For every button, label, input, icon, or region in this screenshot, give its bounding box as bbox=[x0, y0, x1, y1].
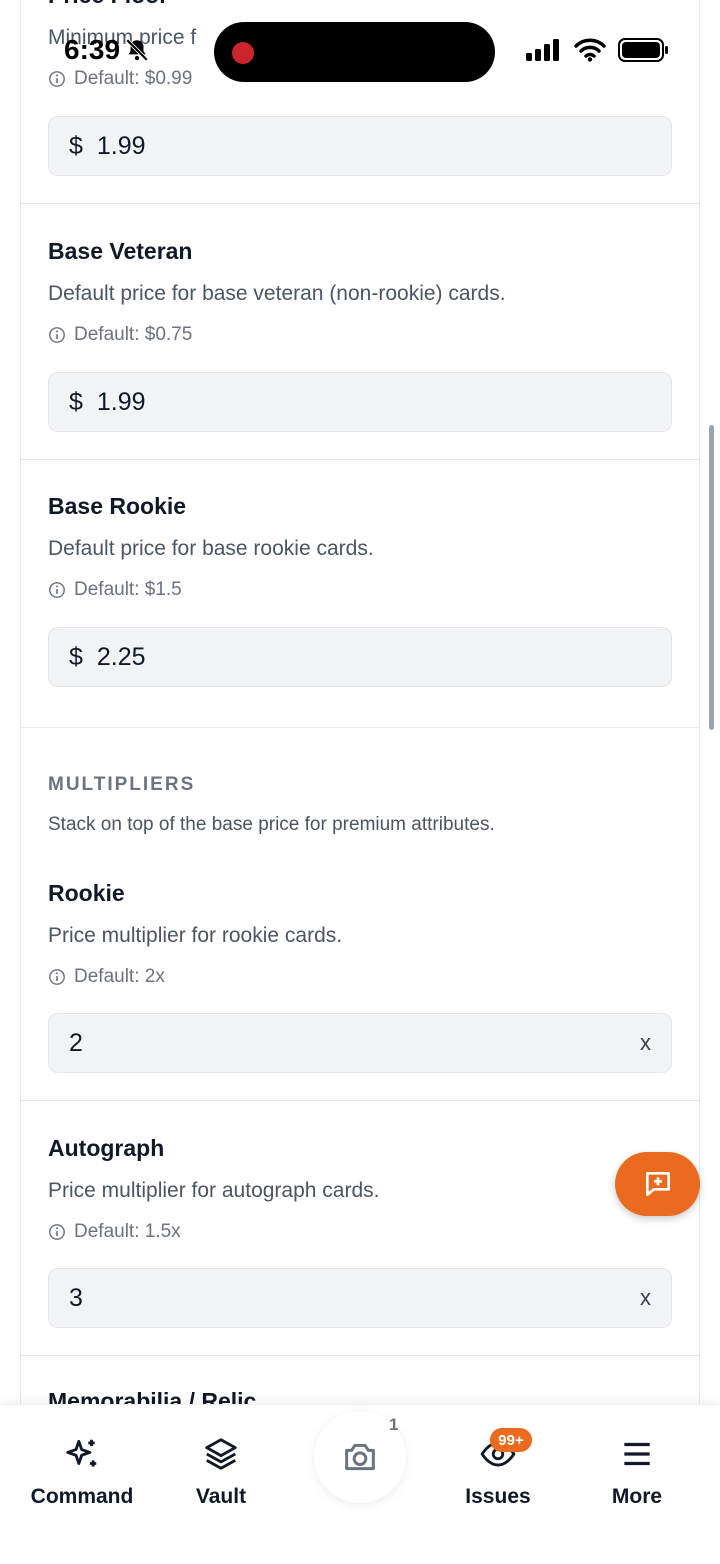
multiplier-desc-rookie: Price multiplier for rookie cards. bbox=[48, 924, 343, 947]
currency-prefix: $ bbox=[69, 387, 83, 416]
settings-panel: Price Floor Minimum price f Default: $0.… bbox=[20, 0, 700, 1410]
default-hint-price-floor: Default: $0.99 bbox=[48, 68, 192, 90]
default-hint-rookie: Default: 2x bbox=[48, 966, 165, 988]
layers-icon bbox=[205, 1438, 237, 1470]
tab-command[interactable]: Command bbox=[12, 1435, 152, 1509]
camera-count: 1 bbox=[389, 1415, 399, 1434]
currency-prefix: $ bbox=[69, 642, 83, 671]
battery-icon bbox=[618, 38, 668, 62]
message-plus-icon bbox=[645, 1172, 670, 1196]
issues-count-badge: 99+ bbox=[490, 1428, 532, 1452]
divider bbox=[21, 203, 699, 204]
multiplier-suffix: x bbox=[640, 1285, 651, 1310]
status-icons bbox=[526, 38, 670, 62]
section-title-base-veteran: Base Veteran bbox=[48, 238, 193, 264]
tab-more[interactable]: More bbox=[567, 1435, 707, 1509]
scrollbar[interactable] bbox=[709, 425, 714, 730]
divider bbox=[21, 459, 699, 460]
section-title-price-floor: Price Floor bbox=[48, 0, 168, 9]
dynamic-island bbox=[214, 22, 495, 82]
info-icon bbox=[49, 582, 65, 598]
cellular-signal-icon bbox=[526, 39, 559, 61]
info-icon bbox=[49, 1224, 65, 1240]
multiplier-title-autograph: Autograph bbox=[48, 1135, 165, 1161]
default-hint-autograph: Default: 1.5x bbox=[48, 1221, 181, 1243]
base-veteran-input[interactable]: $ 1.99 bbox=[48, 372, 672, 432]
status-clock: 6:39 bbox=[64, 34, 150, 66]
info-icon bbox=[49, 71, 65, 87]
autograph-multiplier-input[interactable]: 3 x bbox=[48, 1268, 672, 1328]
info-icon bbox=[49, 969, 65, 985]
multiplier-desc-autograph: Price multiplier for autograph cards. bbox=[48, 1179, 380, 1202]
menu-icon bbox=[624, 1442, 650, 1466]
bottom-tab-bar: Command Vault 1 Issues More bbox=[0, 1404, 720, 1564]
recording-indicator bbox=[232, 42, 254, 64]
base-rookie-input[interactable]: $ 2.25 bbox=[48, 627, 672, 687]
camera-icon bbox=[345, 1443, 375, 1471]
multiplier-title-rookie: Rookie bbox=[48, 880, 125, 906]
default-hint-base-rookie: Default: $1.5 bbox=[48, 579, 182, 601]
currency-prefix: $ bbox=[69, 131, 83, 160]
rookie-multiplier-value: 2 bbox=[69, 1028, 83, 1057]
divider bbox=[21, 727, 699, 728]
info-icon bbox=[49, 327, 65, 343]
multipliers-heading: MULTIPLIERS bbox=[48, 774, 196, 795]
price-floor-value: 1.99 bbox=[96, 131, 146, 160]
sparkles-icon bbox=[66, 1439, 97, 1467]
feedback-fab[interactable] bbox=[615, 1152, 700, 1216]
section-title-base-rookie: Base Rookie bbox=[48, 493, 187, 519]
rookie-multiplier-input[interactable]: 2 x bbox=[48, 1013, 672, 1073]
divider bbox=[21, 1355, 699, 1356]
wifi-icon bbox=[574, 38, 606, 62]
base-veteran-value: 1.99 bbox=[96, 387, 146, 416]
autograph-multiplier-value: 3 bbox=[69, 1283, 83, 1312]
default-hint-base-veteran: Default: $0.75 bbox=[48, 324, 192, 346]
tab-vault[interactable]: Vault bbox=[151, 1435, 291, 1509]
divider bbox=[21, 1100, 699, 1101]
section-desc-base-veteran: Default price for base veteran (non-rook… bbox=[48, 282, 506, 305]
price-floor-input[interactable]: $ 1.99 bbox=[48, 116, 672, 176]
section-desc-base-rookie: Default price for base rookie cards. bbox=[48, 537, 374, 560]
multiplier-suffix: x bbox=[640, 1030, 651, 1055]
base-rookie-value: 2.25 bbox=[96, 642, 146, 671]
bell-muted-icon bbox=[125, 38, 149, 62]
multipliers-description: Stack on top of the base price for premi… bbox=[48, 814, 495, 835]
